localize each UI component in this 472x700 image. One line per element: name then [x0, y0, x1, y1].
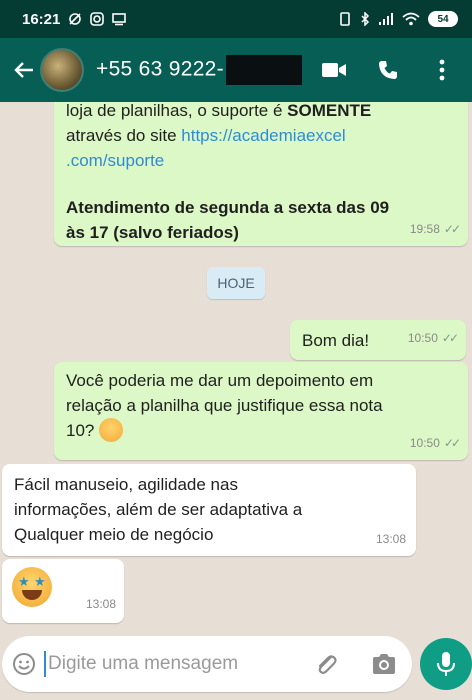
video-camera-icon — [322, 63, 346, 77]
chat-area[interactable]: loja de planilhas, o suporte é SOMENTE a… — [0, 102, 472, 634]
message-bubble-incoming[interactable]: ★ ★ 13:08 — [2, 559, 124, 623]
message-text: 10? — [66, 421, 95, 440]
instagram-icon — [90, 12, 105, 26]
message-meta: 13:08 — [86, 592, 116, 617]
message-text-line: informações, além de ser adaptativa a — [14, 500, 303, 519]
message-bold-line: Atendimento de segunda a sexta das 09 — [66, 198, 390, 217]
vibrate-icon — [338, 12, 352, 26]
screen-icon — [112, 12, 127, 26]
composer-bar: Digite uma mensagem — [0, 636, 472, 700]
message-time: 19:58 — [409, 222, 440, 236]
support-link-continued[interactable]: .com/suporte — [66, 151, 164, 170]
status-left: 16:21 — [22, 10, 127, 28]
contact-name[interactable]: +55 63 9222- — [96, 55, 302, 85]
message-text-line: .com/suporte — [66, 148, 456, 173]
message-input-pill[interactable]: Digite uma mensagem — [2, 636, 412, 692]
message-meta: 10:50 ✓✓ — [407, 326, 459, 351]
message-text-line: através do site https://academiaexcel — [66, 123, 456, 148]
message-bold-text: SOMENTE — [287, 102, 372, 120]
message-text-line: Você poderia me dar um depoimento em — [66, 371, 374, 390]
message-text-line: Fácil manuseio, agilidade nas — [14, 475, 238, 494]
message-text-line: relação a planilha que justifique essa n… — [66, 396, 383, 415]
support-link[interactable]: https://academiaexcel — [181, 126, 345, 145]
microphone-button[interactable] — [420, 638, 472, 690]
message-text: Bom dia! — [302, 331, 370, 350]
back-button[interactable] — [10, 50, 38, 90]
message-time: 10:50 — [409, 436, 440, 450]
header-actions — [320, 52, 462, 88]
emoji-button[interactable] — [10, 650, 38, 678]
menu-button[interactable] — [428, 52, 456, 88]
message-bubble-incoming[interactable]: Fácil manuseio, agilidade nas informaçõe… — [2, 464, 416, 556]
status-bar: 16:21 54 — [0, 0, 472, 38]
message-bubble-outgoing[interactable]: Bom dia! 10:50 ✓✓ — [290, 320, 466, 360]
message-bubble-outgoing[interactable]: Você poderia me dar um depoimento em rel… — [54, 362, 468, 460]
message-text-line: 10? — [66, 417, 456, 444]
microphone-icon — [437, 652, 455, 676]
text-cursor — [44, 651, 46, 677]
attach-button[interactable] — [308, 646, 344, 682]
more-vertical-icon — [439, 59, 445, 81]
message-bold-line: às 17 (salvo feriados) — [66, 223, 239, 242]
video-call-button[interactable] — [320, 52, 348, 88]
camera-button[interactable] — [366, 646, 402, 682]
message-time: 13:08 — [85, 597, 116, 611]
message-meta: 19:58 ✓✓ — [409, 217, 461, 242]
smiling-face-emoji — [99, 417, 124, 442]
battery-indicator: 54 — [428, 11, 458, 27]
signal-icon — [378, 12, 394, 26]
contact-avatar[interactable] — [40, 48, 84, 92]
message-meta: 13:08 — [376, 527, 406, 552]
message-text: loja de planilhas, o suporte é — [66, 102, 288, 120]
paperclip-icon — [318, 655, 337, 674]
chat-header: +55 63 9222- — [0, 38, 472, 102]
double-check-icon: ✓✓ — [443, 436, 461, 450]
status-right: 54 — [338, 11, 458, 27]
camera-icon — [373, 654, 395, 674]
message-text-line: loja de planilhas, o suporte é SOMENTE — [66, 102, 456, 123]
wifi-icon — [402, 12, 420, 26]
arrow-left-icon — [14, 62, 33, 78]
message-time: 13:08 — [375, 532, 406, 546]
bluetooth-icon — [360, 12, 370, 26]
message-meta: 10:50 ✓✓ — [409, 431, 461, 456]
star-struck-emoji: ★ ★ — [12, 567, 52, 607]
contact-number: +55 63 9222- — [96, 57, 224, 81]
phone-icon — [379, 61, 397, 79]
message-text: através do site — [66, 126, 182, 145]
double-check-icon: ✓✓ — [441, 331, 459, 345]
double-check-icon: ✓✓ — [443, 222, 461, 236]
alarm-off-icon — [68, 12, 82, 26]
voice-call-button[interactable] — [374, 52, 402, 88]
message-text-line: Qualquer meio de negócio — [14, 525, 214, 544]
message-input[interactable]: Digite uma mensagem — [48, 653, 308, 675]
smiley-icon — [13, 653, 35, 675]
date-divider: HOJE — [207, 267, 265, 299]
redaction-block — [225, 55, 302, 85]
status-time: 16:21 — [22, 10, 61, 28]
message-time: 10:50 — [407, 331, 438, 345]
message-bubble-outgoing[interactable]: loja de planilhas, o suporte é SOMENTE a… — [54, 102, 468, 246]
